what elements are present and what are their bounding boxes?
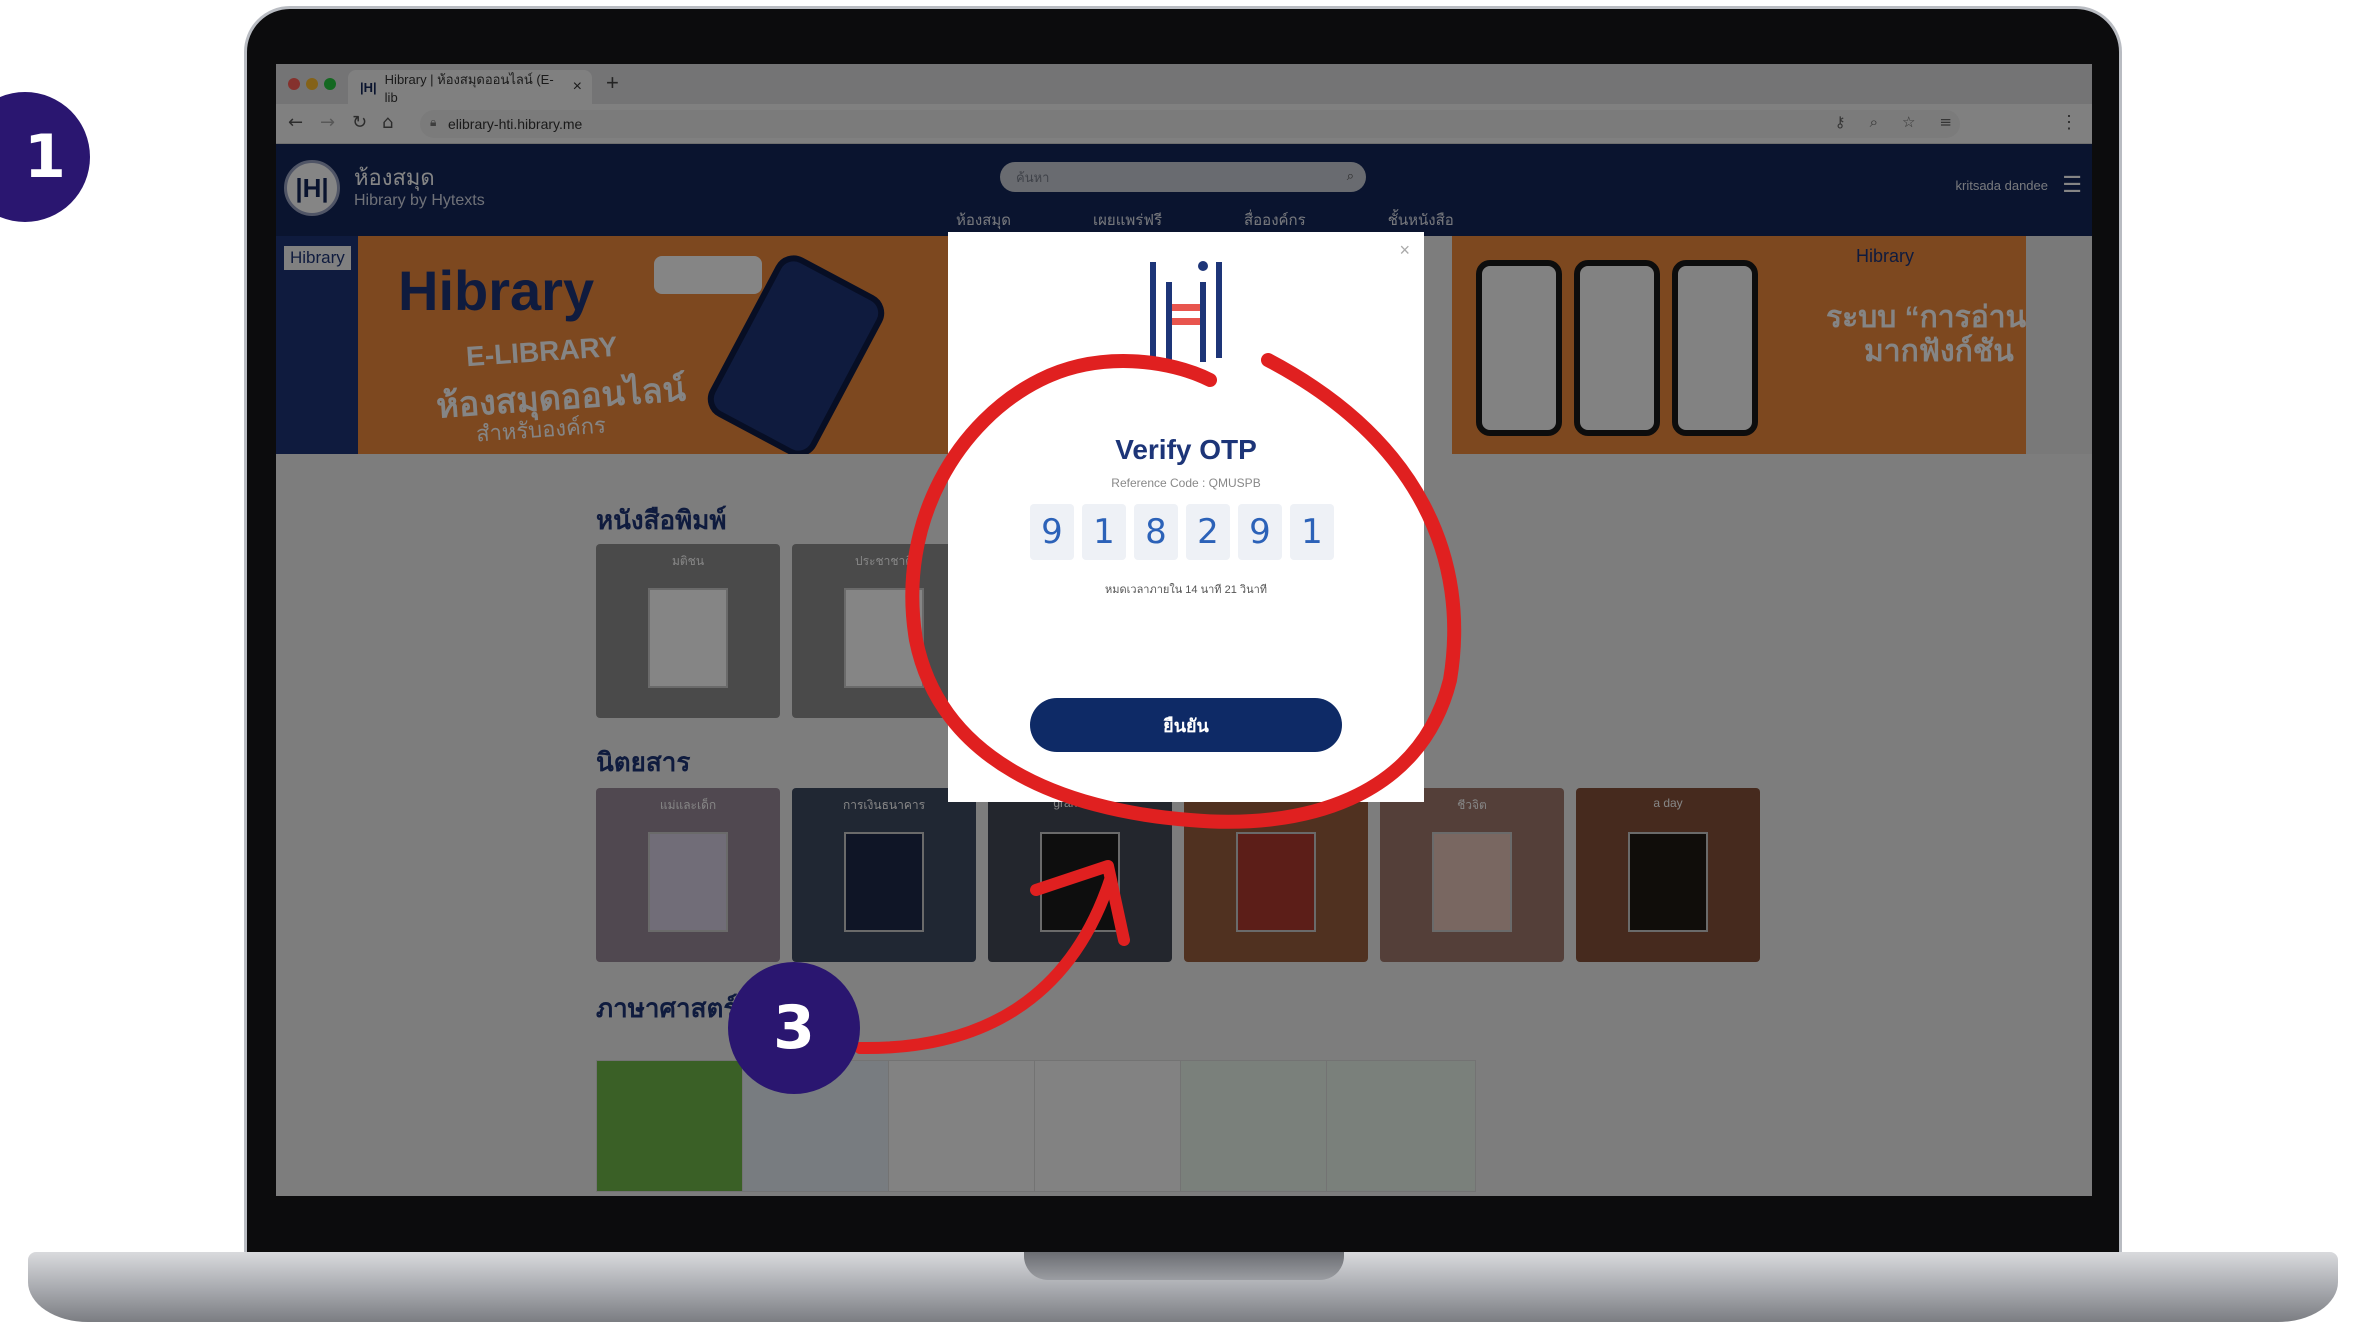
otp-modal: × Verify OTP Reference Code : QMUSPB 9 1…	[948, 232, 1424, 802]
close-icon[interactable]: ×	[1399, 240, 1410, 261]
otp-digit-6[interactable]: 1	[1290, 504, 1334, 560]
hibrary-logo-icon	[1150, 261, 1222, 362]
laptop-notch	[1024, 1252, 1344, 1280]
otp-timer: หมดเวลาภายใน 14 นาที 21 วินาที	[1104, 584, 1268, 596]
otp-input-group: 9 1 8 2 9 1	[1030, 504, 1334, 560]
otp-digit-5[interactable]: 9	[1238, 504, 1282, 560]
step-badge-3: 3	[728, 962, 860, 1094]
otp-digit-2[interactable]: 1	[1082, 504, 1126, 560]
laptop-screen: |H| Hibrary | ห้องสมุดออนไลน์ (E-lib × +…	[276, 64, 2092, 1196]
modal-title: Verify OTP	[1115, 434, 1257, 465]
otp-digit-4[interactable]: 2	[1186, 504, 1230, 560]
confirm-button[interactable]: ยืนยัน	[1030, 698, 1342, 752]
otp-digit-3[interactable]: 8	[1134, 504, 1178, 560]
otp-digit-1[interactable]: 9	[1030, 504, 1074, 560]
reference-code: Reference Code : QMUSPB	[1111, 476, 1261, 490]
tutorial-screenshot: 1 |H| Hibrary | ห้องสมุดออนไลน์ (E-lib ×…	[0, 0, 2366, 1322]
step-badge-1: 1	[0, 92, 90, 222]
